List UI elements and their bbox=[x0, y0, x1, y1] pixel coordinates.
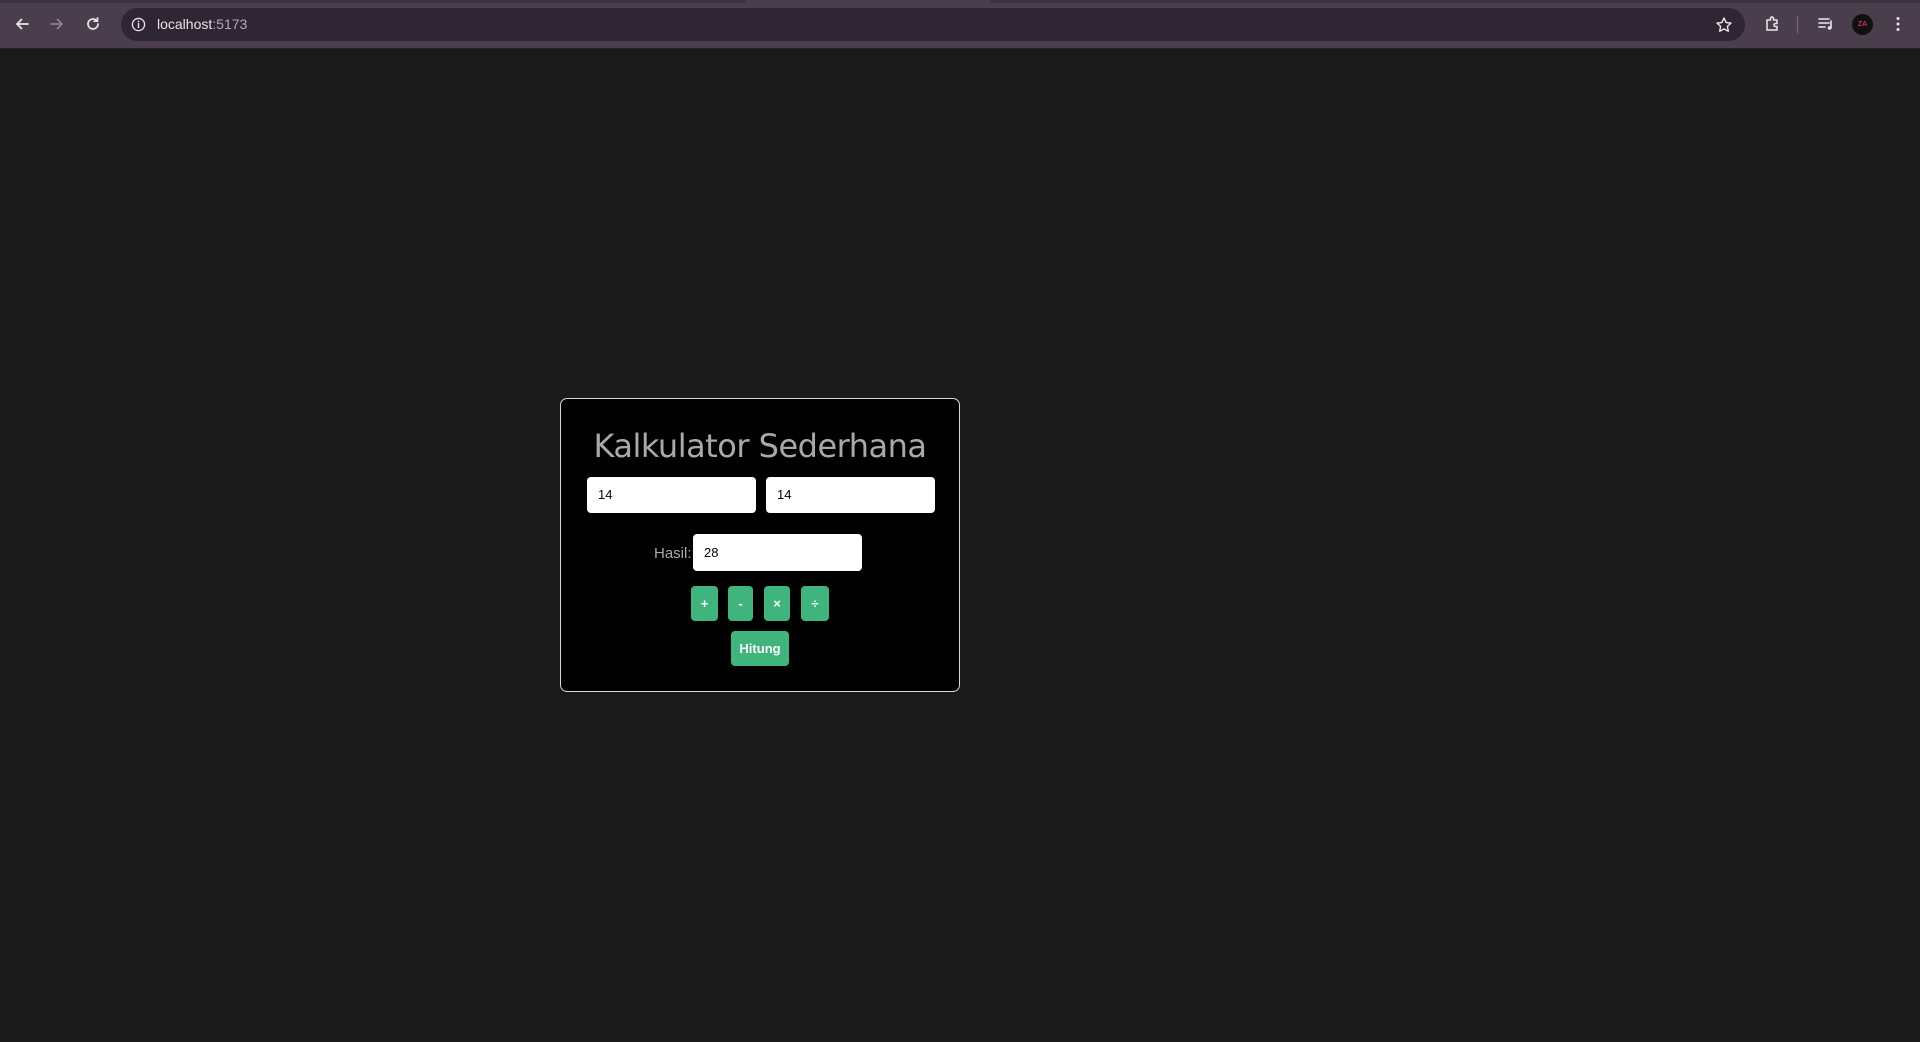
info-icon bbox=[131, 17, 146, 32]
browser-menu-button[interactable] bbox=[1887, 13, 1909, 35]
divide-button[interactable]: ÷ bbox=[801, 586, 829, 621]
avatar-initials: ZA bbox=[1857, 21, 1868, 28]
active-tab-edge bbox=[745, 0, 990, 3]
calculate-button[interactable]: Hitung bbox=[731, 631, 789, 666]
forward-button[interactable] bbox=[44, 11, 70, 37]
media-controls-button[interactable] bbox=[1815, 13, 1837, 35]
second-number-input[interactable]: 14 bbox=[766, 477, 935, 513]
profile-avatar[interactable]: ZA bbox=[1852, 14, 1873, 35]
add-button[interactable]: + bbox=[691, 586, 718, 621]
playlist-icon bbox=[1818, 18, 1832, 30]
calculator-card: Kalkulator Sederhana 14 14 Hasil: 28 + -… bbox=[560, 398, 960, 692]
bookmark-star-icon[interactable] bbox=[1715, 16, 1733, 34]
result-label: Hasil: bbox=[654, 545, 692, 562]
site-info-button[interactable] bbox=[129, 15, 148, 34]
address-bar[interactable]: localhost:5173 bbox=[121, 8, 1745, 41]
puzzle-icon bbox=[1766, 16, 1778, 31]
first-number-input[interactable]: 14 bbox=[587, 477, 756, 513]
arrow-right-icon bbox=[50, 18, 63, 30]
multiply-button[interactable]: × bbox=[764, 586, 790, 621]
reload-button[interactable] bbox=[80, 11, 106, 37]
kebab-menu-icon bbox=[1896, 17, 1900, 31]
back-button[interactable] bbox=[9, 11, 35, 37]
url-text: localhost:5173 bbox=[157, 16, 247, 32]
reload-icon bbox=[87, 16, 99, 30]
browser-toolbar: localhost:5173 ZA bbox=[0, 0, 1920, 49]
result-row: Hasil: 28 bbox=[561, 534, 959, 571]
arrow-left-icon bbox=[16, 18, 29, 30]
tab-strip-edge bbox=[0, 0, 1920, 3]
result-field[interactable]: 28 bbox=[693, 534, 862, 571]
extensions-button[interactable] bbox=[1762, 13, 1784, 35]
toolbar-divider bbox=[1797, 16, 1798, 33]
url-port: :5173 bbox=[212, 16, 248, 32]
url-host: localhost bbox=[157, 16, 213, 32]
page-title: Kalkulator Sederhana bbox=[593, 427, 927, 465]
subtract-button[interactable]: - bbox=[728, 586, 753, 621]
